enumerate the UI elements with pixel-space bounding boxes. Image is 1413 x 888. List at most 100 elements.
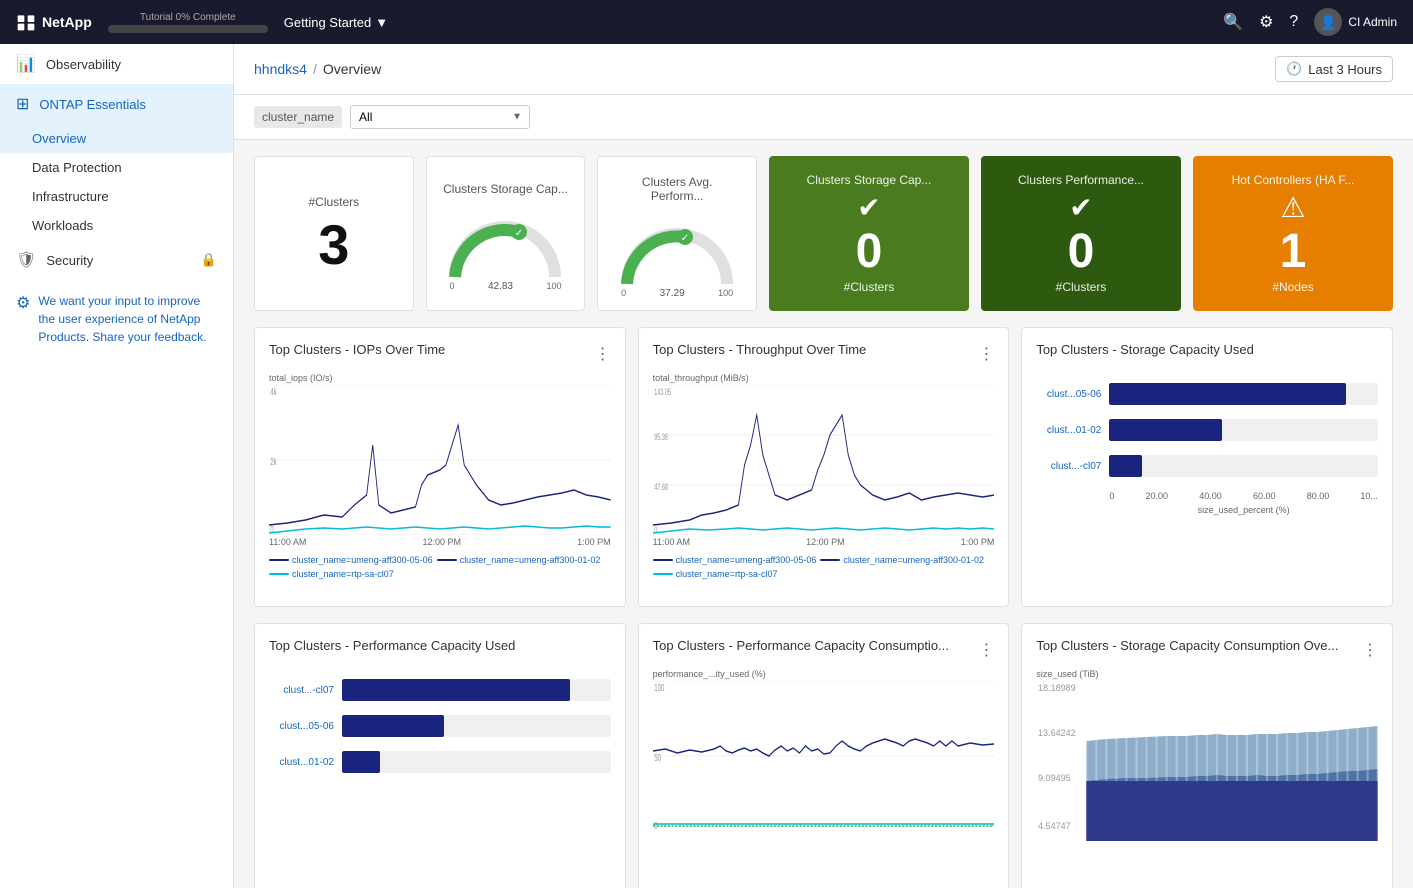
perf-bar-fill-3 <box>342 751 380 773</box>
main-content: hhndks4 / Overview 🕐 Last 3 Hours cluste… <box>234 44 1413 888</box>
x-tick-60: 60.00 <box>1253 491 1276 501</box>
x-tick-80: 80.00 <box>1307 491 1330 501</box>
dashboard: #Clusters 3 Clusters Storage Cap... <box>234 140 1413 888</box>
svg-text:✓: ✓ <box>515 228 523 239</box>
filter-key-label: cluster_name <box>254 106 342 128</box>
settings-icon[interactable]: ⚙ <box>1259 12 1273 32</box>
search-icon[interactable]: 🔍 <box>1223 12 1243 32</box>
tutorial-progress-bar[interactable] <box>108 25 268 33</box>
iops-legend: cluster_name=umeng-aff300-05-06 cluster_… <box>269 555 611 579</box>
perf-bar-track-2 <box>342 715 611 737</box>
bar-row-3: clust...-cl07 <box>1036 455 1378 477</box>
tp-legend-label-3: cluster_name=rtp-sa-cl07 <box>676 569 778 579</box>
tp-x-label-1: 11:00 AM <box>653 537 690 547</box>
perf-bar-fill-1 <box>342 679 570 701</box>
svg-text:50: 50 <box>654 753 661 764</box>
bar-track-3 <box>1109 455 1378 477</box>
tp-legend-color-3 <box>653 573 673 575</box>
perf-gauge-labels: 0 37.29 100 <box>617 288 737 299</box>
storage-used-bar-chart: clust...05-06 clust...01-02 <box>1036 373 1378 553</box>
legend-label-1: cluster_name=umeng-aff300-05-06 <box>292 555 433 565</box>
perf-gauge-min: 0 <box>621 288 626 299</box>
breadcrumb-parent[interactable]: hhndks4 <box>254 61 307 77</box>
gauge-max: 100 <box>546 281 561 292</box>
storage-consumption-menu-icon[interactable]: ⋮ <box>1362 640 1378 660</box>
perf-capacity-bar-chart: clust...-cl07 clust...05-06 <box>269 669 611 849</box>
time-range-badge[interactable]: 🕐 Last 3 Hours <box>1275 56 1393 82</box>
bar-label-2[interactable]: clust...01-02 <box>1036 425 1101 436</box>
perf-bar-label-2[interactable]: clust...05-06 <box>269 721 334 732</box>
perf-ok-value: 0 <box>1068 228 1095 276</box>
sidebar-item-security[interactable]: 🛡 Security 🔒 <box>0 240 233 280</box>
tutorial-bar: Tutorial 0% Complete <box>108 12 268 33</box>
perf-consumption-header: Top Clusters - Performance Capacity Cons… <box>653 638 995 661</box>
hot-controllers-card: Hot Controllers (HA F... ⚠ 1 #Nodes <box>1193 156 1393 311</box>
bar-label-1[interactable]: clust...05-06 <box>1036 389 1101 400</box>
user-section[interactable]: 👤 CI Admin <box>1314 8 1397 36</box>
throughput-line-chart: 143.05 95.36 47.68 0 <box>653 385 995 535</box>
legend-color-1 <box>269 559 289 561</box>
tp-legend-3: cluster_name=rtp-sa-cl07 <box>653 569 778 579</box>
filter-bar: cluster_name All <box>234 95 1413 140</box>
help-icon[interactable]: ? <box>1289 13 1298 31</box>
perf-ok-label: #Clusters <box>1056 280 1107 294</box>
breadcrumb-current: Overview <box>323 61 381 77</box>
storage-consumption-card: Top Clusters - Storage Capacity Consumpt… <box>1021 623 1393 888</box>
perf-title: Clusters Avg. Perform... <box>614 175 740 203</box>
svg-text:13.64242: 13.64242 <box>1038 728 1076 738</box>
sidebar-item-infrastructure[interactable]: Infrastructure <box>0 182 233 211</box>
storage-cap-ok-value: 0 <box>856 228 883 276</box>
bar-fill-1 <box>1109 383 1345 405</box>
gauge-labels: 0 42.83 100 <box>445 281 565 292</box>
svg-text:4.54747: 4.54747 <box>1038 821 1071 831</box>
svg-text:100: 100 <box>654 683 664 694</box>
perf-gauge-max: 100 <box>718 288 733 299</box>
perf-ok-title: Clusters Performance... <box>1018 173 1144 187</box>
throughput-y-label: total_throughput (MiB/s) <box>653 373 995 383</box>
sidebar-item-label: Security <box>46 253 93 268</box>
sidebar-feedback: ⚙ We want your input to improve the user… <box>0 280 233 358</box>
tp-legend-1: cluster_name=umeng-aff300-05-06 <box>653 555 817 565</box>
sidebar: 📊 Observability ⊞ ONTAP Essentials Overv… <box>0 44 234 888</box>
nav-icons: 🔍 ⚙ ? 👤 CI Admin <box>1223 8 1397 36</box>
tp-legend-color-1 <box>653 559 673 561</box>
svg-text:9.09495: 9.09495 <box>1038 773 1071 783</box>
sidebar-item-workloads[interactable]: Workloads <box>0 211 233 240</box>
storage-cap-gauge: ✓ 0 42.83 100 <box>445 212 565 282</box>
perf-consumption-menu-icon[interactable]: ⋮ <box>978 640 994 660</box>
iops-x-label-3: 1:00 PM <box>577 537 611 547</box>
sidebar-item-data-protection[interactable]: Data Protection <box>0 153 233 182</box>
svg-text:47.68: 47.68 <box>654 482 668 493</box>
iops-chart-card: Top Clusters - IOPs Over Time ⋮ total_io… <box>254 327 626 607</box>
perf-bar-label-3[interactable]: clust...01-02 <box>269 757 334 768</box>
hot-controllers-title: Hot Controllers (HA F... <box>1232 173 1355 187</box>
tp-legend-2: cluster_name=umeng-aff300-01-02 <box>820 555 984 565</box>
iops-menu-icon[interactable]: ⋮ <box>595 344 611 364</box>
storage-consumption-area-chart: 18.18989 13.64242 9.09495 4.54747 <box>1036 681 1378 831</box>
throughput-menu-icon[interactable]: ⋮ <box>978 344 994 364</box>
sidebar-sub-label: Workloads <box>32 218 93 233</box>
svg-text:18.18989: 18.18989 <box>1038 683 1076 693</box>
throughput-legend: cluster_name=umeng-aff300-05-06 cluster_… <box>653 555 995 579</box>
layers-icon: ⊞ <box>16 94 29 114</box>
perf-consumption-card: Top Clusters - Performance Capacity Cons… <box>638 623 1010 888</box>
iops-legend-item-2: cluster_name=umeng-aff300-01-02 <box>437 555 601 565</box>
x-tick-20: 20.00 <box>1146 491 1169 501</box>
charts-row-2: Top Clusters - Performance Capacity Used… <box>254 623 1393 888</box>
perf-card: Clusters Avg. Perform... ✓ 0 37.29 100 <box>597 156 757 311</box>
perf-bar-label-1[interactable]: clust...-cl07 <box>269 685 334 696</box>
svg-text:4k: 4k <box>270 387 277 398</box>
sidebar-item-overview[interactable]: Overview <box>0 124 233 153</box>
x-tick-100: 10... <box>1360 491 1378 501</box>
storage-cap-title: Clusters Storage Cap... <box>443 182 568 196</box>
avatar: 👤 <box>1314 8 1342 36</box>
sidebar-item-ontap-essentials[interactable]: ⊞ ONTAP Essentials <box>0 84 233 124</box>
getting-started-button[interactable]: Getting Started ▼ <box>284 15 388 30</box>
bar-label-3[interactable]: clust...-cl07 <box>1036 461 1101 472</box>
cluster-name-filter[interactable]: All <box>350 105 530 129</box>
lock-icon: 🔒 <box>201 252 217 268</box>
sidebar-item-observability[interactable]: 📊 Observability <box>0 44 233 84</box>
feedback-text: We want your input to improve the user e… <box>38 292 217 346</box>
sidebar-sub-label: Data Protection <box>32 160 122 175</box>
gauge-min: 0 <box>449 281 454 292</box>
